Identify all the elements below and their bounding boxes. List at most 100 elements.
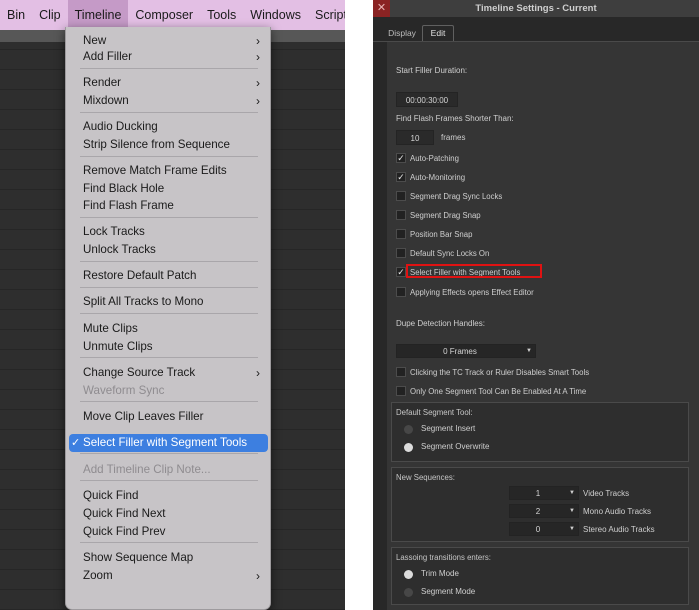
new-sequences-label: New Sequences: xyxy=(396,473,455,482)
menu-item-quick-find-prev[interactable]: Quick Find Prev xyxy=(69,523,268,541)
position-bar-snap-checkbox[interactable] xyxy=(396,229,406,239)
menu-item-strip-silence-from-sequence[interactable]: Strip Silence from Sequence xyxy=(69,136,268,154)
menu-item-restore-default-patch[interactable]: Restore Default Patch xyxy=(69,267,268,285)
menu-item-mute-clips[interactable]: Mute Clips xyxy=(69,320,268,338)
menu-item-find-black-hole[interactable]: Find Black Hole xyxy=(69,180,268,198)
menu-item-change-source-track[interactable]: Change Source Track › xyxy=(69,364,268,382)
video-tracks-value: 1 xyxy=(535,489,541,498)
select-filler-with-segment-tools-checkbox[interactable]: ✓ xyxy=(396,267,406,277)
menubar-item-bin[interactable]: Bin xyxy=(0,0,32,30)
auto-monitoring-checkbox[interactable]: ✓ xyxy=(396,172,406,182)
menu-item-label: Change Source Track xyxy=(83,366,196,379)
menu-item-label: Find Black Hole xyxy=(83,182,165,195)
dupe-detection-dropdown[interactable]: 0 Frames ▼ xyxy=(396,344,536,358)
clicking-the-tc-track-or-ruler-disables-smart-tools-label: Clicking the TC Track or Ruler Disables … xyxy=(410,368,590,377)
menu-separator xyxy=(80,156,258,157)
chevron-down-icon: ▼ xyxy=(569,508,575,514)
menu-item-quick-find[interactable]: Quick Find xyxy=(69,487,268,505)
menu-item-split-all-tracks-to-mono[interactable]: Split All Tracks to Mono xyxy=(69,293,268,311)
default-sync-locks-on-checkbox[interactable] xyxy=(396,248,406,258)
timeline-menu-screenshot: Bin Clip Timeline Composer Tools Windows… xyxy=(0,0,345,610)
tab-edit[interactable]: Edit xyxy=(422,25,454,41)
menubar-item-tools[interactable]: Tools xyxy=(200,0,243,30)
menu-item-label: Quick Find Prev xyxy=(83,525,166,538)
menubar-item-clip[interactable]: Clip xyxy=(32,0,68,30)
timeline-dropdown-menu: New › Add Filler › Render › Mixdown › Audio Duck… xyxy=(65,27,271,610)
applying-effects-opens-effect-editor-checkbox[interactable] xyxy=(396,287,406,297)
menubar-item-script[interactable]: Script xyxy=(308,0,345,30)
menu-item-label: Mixdown xyxy=(83,94,129,107)
segment-overwrite-label: Segment Overwrite xyxy=(421,442,490,451)
menu-item-label: Find Flash Frame xyxy=(83,199,174,212)
tab-display[interactable]: Display xyxy=(387,26,417,41)
menu-item-audio-ducking[interactable]: Audio Ducking xyxy=(69,118,268,136)
auto-monitoring-label: Auto-Monitoring xyxy=(410,173,466,182)
menu-item-label: Quick Find xyxy=(83,489,139,502)
chevron-right-icon: › xyxy=(256,76,260,90)
menu-separator xyxy=(80,261,258,262)
mono-audio-tracks-value: 2 xyxy=(535,507,541,516)
segment-mode-radio[interactable] xyxy=(404,588,413,597)
segment-drag-sync-locks-checkbox[interactable] xyxy=(396,191,406,201)
menu-separator xyxy=(80,453,258,454)
menu-item-unlock-tracks[interactable]: Unlock Tracks xyxy=(69,241,268,259)
only-one-segment-tool-can-be-enabled-at-a-time-checkbox[interactable] xyxy=(396,386,406,396)
close-icon[interactable]: ✕ xyxy=(373,0,390,17)
default-segment-tool-label: Default Segment Tool: xyxy=(396,408,473,417)
menu-item-lock-tracks[interactable]: Lock Tracks xyxy=(69,223,268,241)
menu-item-mixdown[interactable]: Mixdown › xyxy=(69,92,268,110)
checkmark-icon: ✓ xyxy=(71,437,81,449)
dupe-detection-value: 0 Frames xyxy=(443,347,477,356)
segment-overwrite-radio[interactable] xyxy=(404,443,413,452)
lassoing-transitions-label: Lassoing transitions enters: xyxy=(396,553,491,562)
video-tracks-dropdown[interactable]: 1 ▼ xyxy=(509,486,579,500)
menu-item-render[interactable]: Render › xyxy=(69,74,268,92)
default-sync-locks-on-label: Default Sync Locks On xyxy=(410,249,490,258)
menu-separator xyxy=(80,68,258,69)
menu-item-quick-find-next[interactable]: Quick Find Next xyxy=(69,505,268,523)
flash-frames-label: Find Flash Frames Shorter Than: xyxy=(396,114,514,123)
menu-item-find-flash-frame[interactable]: Find Flash Frame xyxy=(69,197,268,215)
menu-item-label: Unmute Clips xyxy=(83,340,153,353)
highlight-annotation xyxy=(406,264,542,278)
trim-mode-radio[interactable] xyxy=(404,570,413,579)
menubar-item-windows[interactable]: Windows xyxy=(243,0,308,30)
video-tracks-label: Video Tracks xyxy=(583,489,630,498)
menu-item-label: Render xyxy=(83,76,122,89)
menu-item-select-filler-with-segment-tools[interactable]: ✓ Select Filler with Segment Tools xyxy=(69,434,268,452)
menu-item-label: New xyxy=(83,34,107,47)
clicking-the-tc-track-or-ruler-disables-smart-tools-checkbox[interactable] xyxy=(396,367,406,377)
auto-patching-checkbox[interactable]: ✓ xyxy=(396,153,406,163)
trim-mode-label: Trim Mode xyxy=(421,569,459,578)
chevron-right-icon: › xyxy=(256,569,260,583)
menu-item-add-filler[interactable]: Add Filler › xyxy=(69,48,268,66)
mono-audio-tracks-dropdown[interactable]: 2 ▼ xyxy=(509,504,579,518)
auto-patching-label: Auto-Patching xyxy=(410,154,459,163)
new-sequences-group: New Sequences: 1 ▼ Video Tracks 2 ▼ Mono Audi… xyxy=(391,467,689,542)
segment-drag-snap-checkbox[interactable] xyxy=(396,210,406,220)
menu-separator xyxy=(80,401,258,402)
menu-item-label: Audio Ducking xyxy=(83,120,158,133)
menu-item-unmute-clips[interactable]: Unmute Clips xyxy=(69,338,268,356)
segment-insert-radio[interactable] xyxy=(404,425,413,434)
menu-item-remove-match-frame-edits[interactable]: Remove Match Frame Edits xyxy=(69,162,268,180)
dialog-title: Timeline Settings - Current xyxy=(475,3,597,14)
stereo-audio-tracks-dropdown[interactable]: 0 ▼ xyxy=(509,522,579,536)
position-bar-snap-label: Position Bar Snap xyxy=(410,230,473,239)
menu-bar: Bin Clip Timeline Composer Tools Windows… xyxy=(0,0,345,30)
start-filler-label: Start Filler Duration: xyxy=(396,66,468,75)
menu-item-label: Remove Match Frame Edits xyxy=(83,164,227,177)
start-filler-input[interactable]: 00:00:30:00 xyxy=(396,92,458,107)
flash-frames-input[interactable]: 10 xyxy=(396,130,434,145)
menu-item-show-sequence-map[interactable]: Show Sequence Map xyxy=(69,549,268,567)
chevron-right-icon: › xyxy=(256,366,260,380)
menu-item-label: Split All Tracks to Mono xyxy=(83,295,204,308)
menubar-item-composer[interactable]: Composer xyxy=(128,0,200,30)
menubar-item-timeline[interactable]: Timeline xyxy=(67,0,129,30)
dialog-titlebar: Timeline Settings - Current ✕ xyxy=(373,0,699,17)
menu-item-zoom[interactable]: Zoom › xyxy=(69,567,268,585)
segment-insert-label: Segment Insert xyxy=(421,424,476,433)
menu-item-move-clip-leaves-filler[interactable]: Move Clip Leaves Filler xyxy=(69,408,268,426)
chevron-down-icon: ▼ xyxy=(569,490,575,496)
timeline-settings-dialog: Timeline Settings - Current ✕ Display Ed… xyxy=(373,0,699,610)
